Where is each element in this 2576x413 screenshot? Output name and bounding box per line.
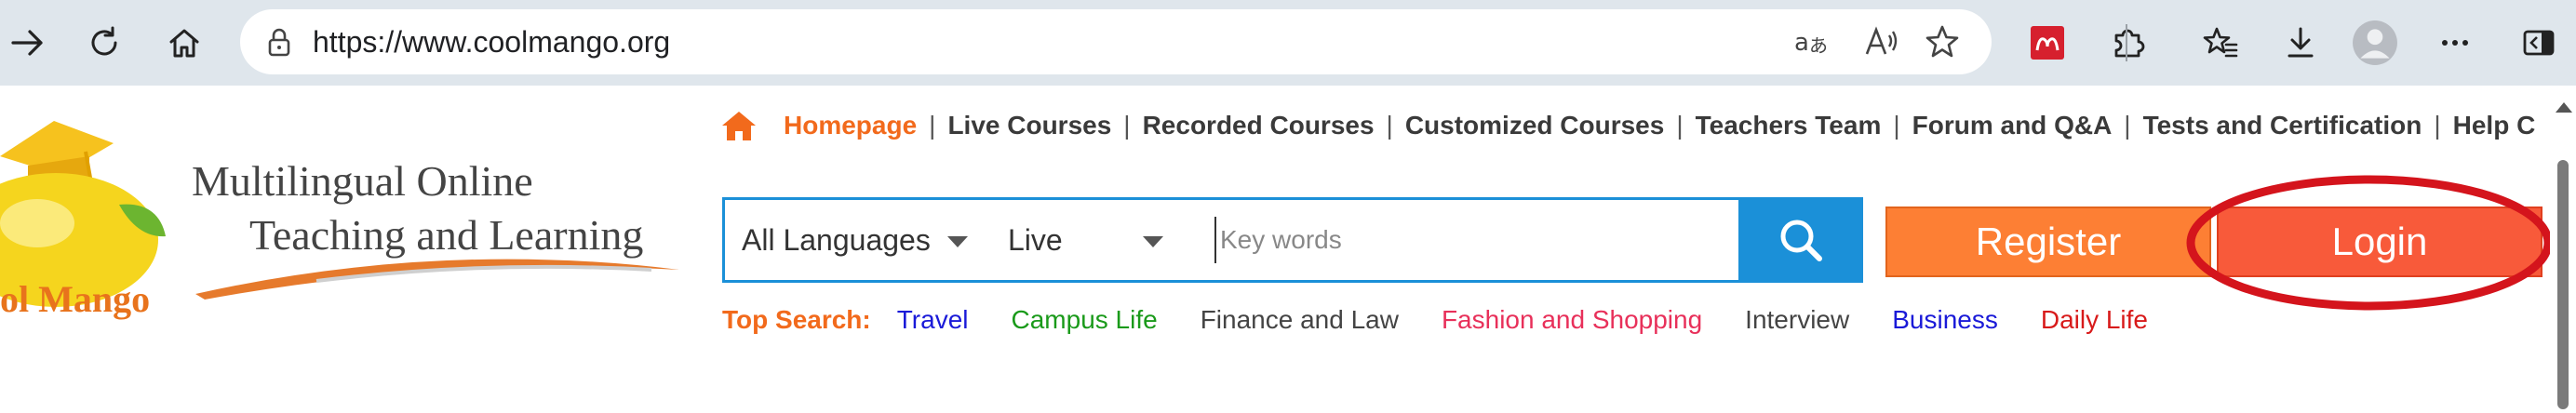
top-search-tag[interactable]: Travel (897, 305, 969, 335)
language-select-value: All Languages (742, 222, 931, 257)
mode-select[interactable]: Live (1008, 200, 1163, 280)
register-button[interactable]: Register (1885, 206, 2211, 277)
mode-select-value: Live (1008, 222, 1063, 257)
mendeley-extension-icon[interactable] (2019, 15, 2075, 71)
nav-separator: | (1386, 111, 1393, 140)
language-select[interactable]: All Languages (742, 200, 968, 280)
login-button[interactable]: Login (2217, 206, 2542, 277)
chevron-down-icon (1142, 236, 1163, 247)
web-page: Multilingual Online Teaching and Learnin… (0, 86, 2576, 413)
puzzle-icon[interactable] (2100, 15, 2155, 71)
profile-avatar-icon[interactable] (2347, 15, 2403, 71)
top-search-tag[interactable]: Daily Life (2041, 305, 2148, 335)
top-search-tag[interactable]: Fashion and Shopping (1442, 305, 1702, 335)
nav-tests-certification[interactable]: Tests and Certification (2143, 111, 2422, 140)
main-nav: Homepage | Live Courses | Recorded Cours… (720, 106, 2535, 145)
nav-homepage[interactable]: Homepage (784, 111, 917, 140)
top-search-tag[interactable]: Finance and Law (1201, 305, 1399, 335)
more-dots-icon[interactable] (2427, 15, 2483, 71)
nav-live-courses[interactable]: Live Courses (947, 111, 1111, 140)
sidebar-toggle-icon[interactable] (2511, 15, 2567, 71)
home-icon[interactable] (156, 15, 212, 71)
search-box: All Languages Live (722, 197, 1863, 283)
address-bar[interactable]: https://www.coolmango.org aあ (240, 9, 1992, 74)
nav-separator: | (1676, 111, 1684, 140)
search-button[interactable] (1738, 197, 1863, 283)
site-logo[interactable]: Multilingual Online Teaching and Learnin… (0, 100, 689, 320)
svg-text:a: a (1794, 29, 1809, 57)
chevron-down-icon (946, 236, 968, 247)
page-scrollbar[interactable] (2550, 86, 2576, 413)
svg-text:あ: あ (1809, 34, 1828, 57)
nav-separator: | (1893, 111, 1900, 140)
forward-arrow-icon[interactable] (0, 15, 56, 71)
url-text[interactable]: https://www.coolmango.org (313, 24, 670, 60)
reload-icon[interactable] (76, 15, 132, 71)
scrollbar-thumb[interactable] (2557, 160, 2569, 409)
nav-recorded-courses[interactable]: Recorded Courses (1143, 111, 1375, 140)
top-search-tag[interactable]: Campus Life (1012, 305, 1158, 335)
nav-separator: | (2434, 111, 2441, 140)
read-aloud-icon[interactable] (1861, 22, 1900, 61)
top-search-bar: Top Search: Travel Campus Life Finance a… (722, 301, 2191, 339)
toolbar-divider (2126, 24, 2127, 61)
nav-forum-qa[interactable]: Forum and Q&A (1912, 111, 2113, 140)
top-search-label: Top Search: (722, 305, 871, 334)
top-search-tag[interactable]: Business (1892, 305, 1998, 335)
logo-brand-name: ol Mango (0, 278, 151, 320)
logo-tagline-line2: Teaching and Learning (249, 211, 644, 259)
nav-customized-courses[interactable]: Customized Courses (1405, 111, 1665, 140)
star-icon[interactable] (1923, 22, 1962, 61)
search-icon (1780, 220, 1822, 261)
keyword-search-input[interactable] (1214, 217, 1723, 263)
download-icon[interactable] (2273, 15, 2328, 71)
browser-toolbar: https://www.coolmango.org aあ (0, 0, 2576, 86)
lock-icon[interactable] (261, 24, 298, 61)
home-icon[interactable] (720, 109, 758, 142)
scroll-up-icon[interactable] (2556, 102, 2572, 113)
nav-help-center[interactable]: Help C (2453, 111, 2536, 140)
logo-tagline-line1: Multilingual Online (192, 157, 533, 205)
translate-icon[interactable]: aあ (1792, 22, 1831, 61)
favorites-icon[interactable] (2193, 15, 2248, 71)
top-search-tag[interactable]: Interview (1745, 305, 1849, 335)
nav-teachers-team[interactable]: Teachers Team (1696, 111, 1882, 140)
nav-separator: | (929, 111, 936, 140)
nav-separator: | (2124, 111, 2131, 140)
nav-separator: | (1123, 111, 1131, 140)
